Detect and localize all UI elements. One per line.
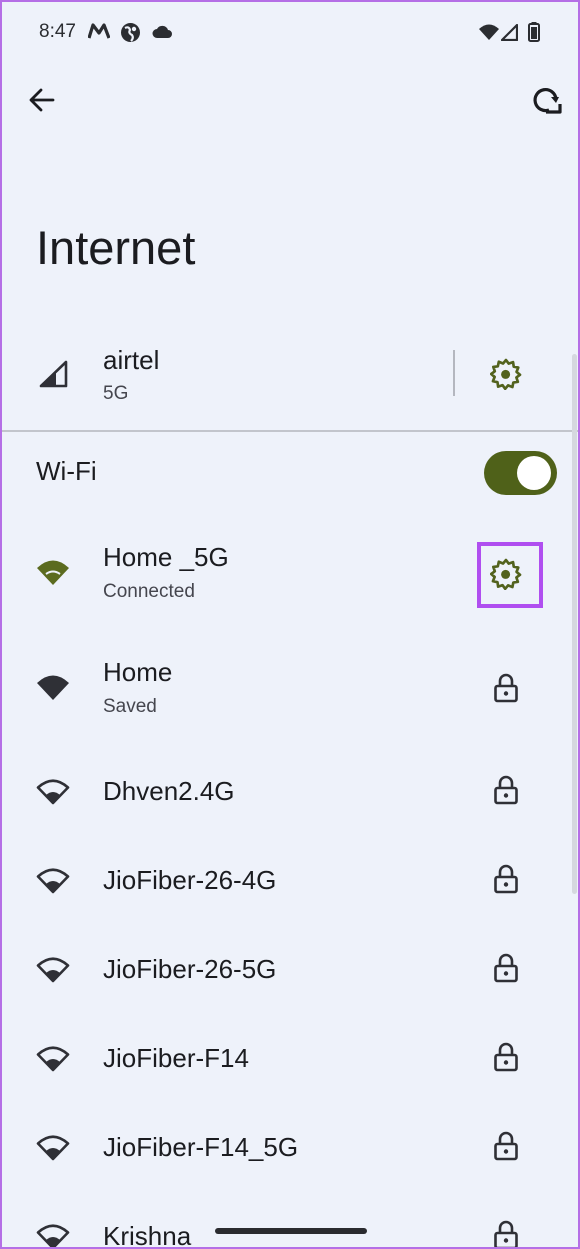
refresh-network-icon	[533, 87, 562, 114]
wifi-outline-icon	[36, 868, 70, 894]
mobile-network-type: 5G	[103, 383, 129, 404]
network-row[interactable]: JioFiber-F14	[2, 1027, 578, 1089]
wifi-icon	[479, 24, 499, 40]
home-indicator[interactable]	[215, 1228, 367, 1234]
battery-icon	[528, 22, 540, 42]
page-title: Internet	[36, 221, 196, 274]
lock-icon	[494, 953, 518, 983]
network-name: JioFiber-F14_5G	[103, 1132, 299, 1162]
mobile-network-name: airtel	[103, 345, 160, 375]
back-button[interactable]	[28, 86, 56, 114]
network-name: Dhven2.4G	[103, 776, 235, 806]
wifi-outline-icon	[36, 779, 70, 805]
wifi-outline-icon	[36, 1135, 70, 1161]
app-globe-icon	[121, 23, 140, 42]
lock-icon	[494, 775, 518, 805]
network-row[interactable]: JioFiber-26-4G	[2, 849, 578, 911]
internet-settings-screen: 8:47 Internet airtel 5G Wi-Fi Home _5G C…	[2, 2, 578, 1247]
lock-icon	[494, 1220, 518, 1247]
arrow-left-icon	[29, 88, 55, 112]
refresh-network-button[interactable]	[529, 84, 563, 118]
scrollbar[interactable]	[572, 354, 577, 894]
gear-icon	[490, 358, 522, 390]
toggle-knob	[517, 456, 551, 490]
lock-icon	[494, 864, 518, 894]
wifi-full-icon	[37, 675, 69, 700]
wifi-toggle[interactable]	[484, 451, 557, 495]
network-name: Home	[103, 657, 173, 687]
signal-icon	[501, 24, 518, 41]
app-m-icon	[88, 23, 110, 39]
network-name: JioFiber-26-5G	[103, 954, 277, 984]
network-row[interactable]: Krishna	[2, 1205, 578, 1247]
network-name: Home _5G	[103, 542, 229, 572]
lock-icon	[494, 673, 518, 703]
network-name: JioFiber-26-4G	[103, 865, 277, 895]
wifi-label: Wi-Fi	[36, 456, 97, 486]
section-divider	[2, 430, 578, 432]
mobile-network-settings-button[interactable]	[490, 358, 522, 390]
wifi-outline-icon	[36, 1224, 70, 1247]
network-name: JioFiber-F14	[103, 1043, 249, 1073]
highlight-box	[477, 542, 543, 608]
wifi-full-icon	[37, 560, 69, 585]
cloud-icon	[152, 25, 172, 38]
status-bar: 8:47	[2, 2, 578, 62]
wifi-outline-icon	[36, 957, 70, 983]
lock-icon	[494, 1131, 518, 1161]
lock-icon	[494, 1042, 518, 1072]
network-name: Krishna	[103, 1221, 192, 1247]
status-time: 8:47	[39, 21, 76, 42]
wifi-outline-icon	[36, 1046, 70, 1072]
network-row[interactable]: Dhven2.4G	[2, 760, 578, 822]
network-row[interactable]: JioFiber-F14_5G	[2, 1116, 578, 1178]
network-status: Saved	[103, 696, 157, 717]
row-divider	[453, 350, 455, 396]
network-row[interactable]: JioFiber-26-5G	[2, 938, 578, 1000]
network-status: Connected	[103, 581, 195, 602]
cell-signal-icon	[39, 360, 68, 388]
network-row-home[interactable]: Home Saved	[2, 637, 578, 737]
